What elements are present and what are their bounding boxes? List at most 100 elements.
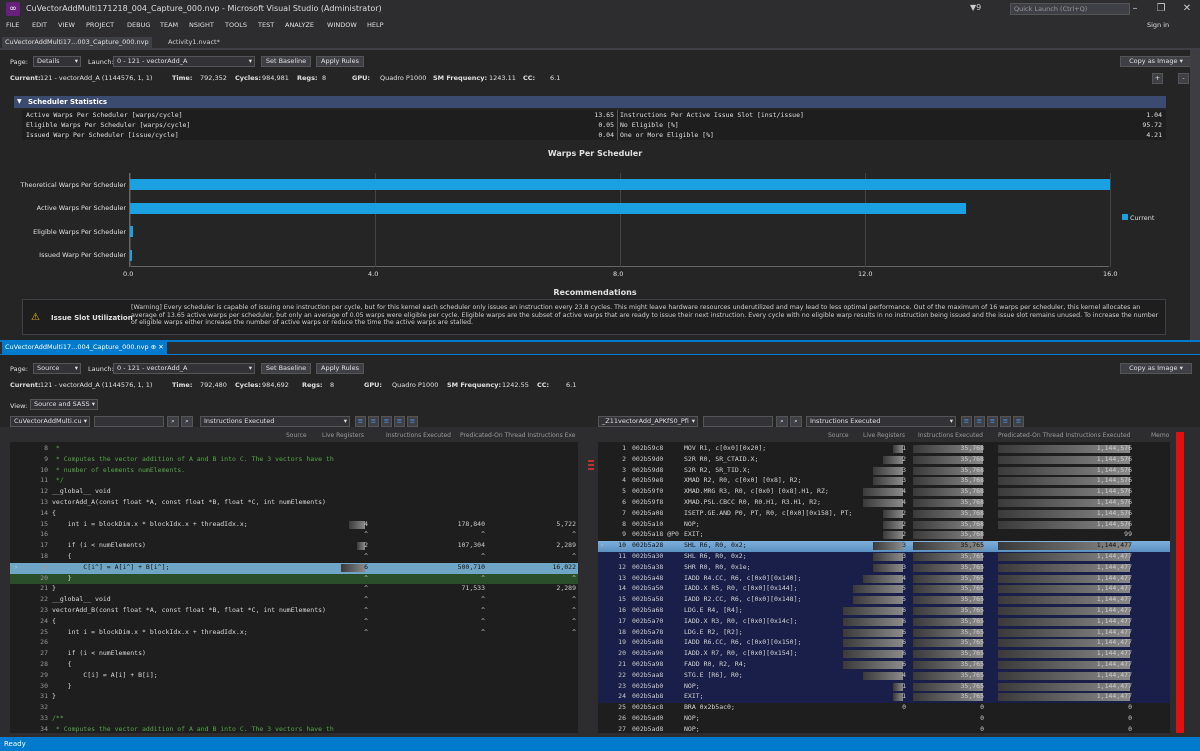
sass-search-input[interactable] [703,416,773,427]
splitter[interactable] [0,340,1200,342]
set-baseline-button[interactable]: Set Baseline [261,363,311,374]
tab-capture-003[interactable]: CuVectorAddMulti17...003_Capture_000.nvp [2,37,152,48]
sass-line[interactable]: 12 002b5a38 SHR R0, R0, 0x1e; 3 35,765 1,144,… [598,562,1170,574]
copy-as-image-button[interactable]: Copy as Image ▾ [1120,363,1192,374]
source-metric-select[interactable]: Instructions Executed ▾ [200,416,350,427]
menu-nsight[interactable]: NSIGHT [189,21,214,29]
sass-overview-ruler[interactable] [1176,432,1184,733]
metric-toggle-icon[interactable]: ≡ [368,416,379,427]
metric-toggle-icon[interactable]: ≡ [974,416,985,427]
sass-line[interactable]: 11 002b5a30 SHL R6, R0, 0x2; 3 35,765 1,144,4… [598,552,1170,563]
source-line[interactable]: 32 [10,703,578,714]
sass-line[interactable]: 26 002b5ad0 NOP; 0 0 [598,714,1170,725]
menu-edit[interactable]: EDIT [32,21,47,29]
sass-line[interactable]: 9 002b5a18 @P0 EXIT; 2 35,768 99 [598,530,1170,541]
source-line[interactable]: 21} ^ 71,533 2,289 [10,584,578,595]
source-line[interactable]: 29 C[i] = A[i] + B[i]; [10,671,578,682]
page-select[interactable]: Details ▾ [33,56,81,67]
source-line[interactable]: 16 ^ ^ ^ [10,530,578,542]
col-header[interactable]: Live Registers [863,432,905,439]
source-line[interactable]: 26 [10,638,578,649]
sass-line[interactable]: 23 002b5ab0 NOP; 1 35,765 1,144,477 [598,681,1170,693]
launch-select[interactable]: 0 - 121 - vectorAdd_A ▾ [113,56,255,67]
sass-line[interactable]: 1 002b59c8 MOV R1, c[0x0][0x20]; 1 35,768 1,1… [598,444,1170,455]
sass-line[interactable]: 14 002b5a50 IADD.X R5, R0, c[0x0][0x144]; 5… [598,584,1170,596]
source-line[interactable]: 25 int i = blockDim.x * blockIdx.x + thr… [10,628,578,639]
menu-analyze[interactable]: ANALYZE [285,21,314,29]
sass-line[interactable]: 13 002b5a48 IADD R4.CC, R6, c[0x0][0x140];… [598,573,1170,585]
sass-metric-select[interactable]: Instructions Executed ▾ [806,416,956,427]
sass-line[interactable]: 3 002b59d8 S2R R2, SR_TID.X; 3 35,768 1,144,5… [598,466,1170,477]
find-next-icon[interactable]: ⌕ [776,416,788,427]
copy-as-image-button[interactable]: Copy as Image ▾ [1120,56,1192,67]
sass-line[interactable]: 25 002b5ac8 BRA 0x2b5ac0; 0 0 0 [598,703,1170,714]
find-next-icon[interactable]: ⌕ [167,416,179,427]
col-header[interactable]: Memo [1151,432,1169,439]
menu-window[interactable]: WINDOW [327,21,357,29]
collapse-all-button[interactable]: - [1178,73,1189,84]
source-line[interactable]: 27 if (i < numElements) [10,649,578,660]
col-header[interactable]: Instructions Executed [918,432,983,439]
sass-line[interactable]: 21 002b5a98 FADD R0, R2, R4; 6 35,765 1,144,4… [598,660,1170,671]
sass-line[interactable]: 20 002b5a90 IADD.X R7, R0, c[0x0][0x154]; 6… [598,649,1170,660]
source-line[interactable]: 15 int i = blockDim.x * blockIdx.x + thr… [10,519,578,531]
sass-line[interactable]: 15 002b5a58 IADD R2.CC, R6, c[0x0][0x148];… [598,595,1170,606]
source-line[interactable]: 34 * Computes the vector addition of A a… [10,725,578,733]
sass-line[interactable]: 27 002b5ad8 NOP; 0 0 [598,725,1170,733]
scheduler-statistics-header[interactable]: ▼ Scheduler Statistics [14,96,1166,108]
source-line[interactable]: 12 __global__ void [10,487,578,498]
sass-line[interactable]: 22 002b5aa8 STG.E [R6], R0; 4 35,765 1,144,47… [598,670,1170,682]
tab-activity[interactable]: Activity1.nvact* [165,37,223,48]
sass-code-view[interactable]: Source Live Registers Instructions Execu… [598,432,1170,733]
metric-toggle-icon[interactable]: ≡ [1013,416,1024,427]
metric-toggle-icon[interactable]: ≡ [355,416,366,427]
col-header[interactable]: Predicated-On Thread Instructions Exe [460,432,576,439]
sass-line[interactable]: 19 002b5a88 IADD R6.CC, R6, c[0x0][0x150];… [598,638,1170,650]
source-line[interactable]: 31} [10,692,578,703]
col-header[interactable]: Instructions Executed [386,432,451,439]
sass-line[interactable]: 6 002b59f8 XMAD.PSL.CBCC R0, R0.H1, R3.H1,… [598,498,1170,509]
view-select[interactable]: Source and SASS ▾ [30,399,98,410]
menu-help[interactable]: HELP [367,21,384,29]
sass-function-select[interactable]: _Z11vectorAdd_APKfS0_Pfi ▾ [598,416,698,427]
source-line[interactable]: 20 } ^ ^ ^ [10,573,578,585]
sass-scrollbar[interactable] [1188,432,1194,733]
source-line[interactable]: 30 } [10,682,578,693]
menu-view[interactable]: VIEW [58,21,75,29]
source-line[interactable]: 14 { [10,508,578,520]
col-header[interactable]: Source [828,432,849,439]
menu-tools[interactable]: TOOLS [225,21,247,29]
sass-line[interactable]: 10 002b5a28 SHL R6, R0, 0x2; 3 35,765 1,144,4… [598,541,1170,552]
maximize-button[interactable]: ❐ [1148,1,1174,17]
col-header[interactable]: Source [286,432,307,439]
sass-line[interactable]: 8 002b5a10 NOP; 2 35,768 1,144,576 [598,520,1170,531]
sass-line[interactable]: 18 002b5a78 LDG.E R2, [R2]; 6 35,765 1,144,47… [598,627,1170,639]
col-header[interactable]: Predicated-On Thread Instructions Execut… [998,432,1130,439]
menu-team[interactable]: TEAM [160,21,178,29]
close-button[interactable]: ✕ [1174,1,1200,17]
sass-line[interactable]: 5 002b59f0 XMAD.MRG R3, R0, c[0x0] [0x8].H… [598,487,1170,498]
expand-all-button[interactable]: + [1152,73,1163,84]
source-search-input[interactable] [94,416,164,427]
source-line[interactable]: 28 { [10,660,578,671]
source-line[interactable]: 8 * [10,444,578,455]
tab-close-icon[interactable]: ✕ [158,343,163,351]
source-line[interactable]: 22 __global__ void ^ ^ ^ [10,595,578,606]
source-line[interactable]: 33 /** [10,714,578,725]
sass-line[interactable]: 16 002b5a68 LDG.E R4, [R4]; 6 35,765 1,144,47… [598,606,1170,617]
menu-file[interactable]: FILE [6,21,19,29]
source-line[interactable]: 10 * number of elements numElements. [10,466,578,477]
source-line[interactable]: 24 {^ ^ ^ [10,617,578,628]
source-line[interactable]: 19 C[i^] = A[i^] + B[i^]; › 6 500,710 16,022 [10,562,578,574]
sass-line[interactable]: 24 002b5ab8 EXIT; 1 35,765 1,144,477 [598,692,1170,704]
page-select[interactable]: Source ▾ [33,363,81,374]
metric-toggle-icon[interactable]: ≡ [1000,416,1011,427]
sass-line[interactable]: 17 002b5a70 IADD.X R3, R0, c[0x0][0x14c]; 6… [598,616,1170,628]
source-file-select[interactable]: CuVectorAddMulti.cu ▾ [10,416,90,427]
menu-project[interactable]: PROJECT [86,21,114,29]
metric-toggle-icon[interactable]: ≡ [987,416,998,427]
metric-toggle-icon[interactable]: ≡ [407,416,418,427]
source-line[interactable]: 11 */ [10,476,578,487]
apply-rules-button[interactable]: Apply Rules [316,363,364,374]
source-line[interactable]: 17 if (i < numElements) 2 107,304 2,289 [10,541,578,552]
